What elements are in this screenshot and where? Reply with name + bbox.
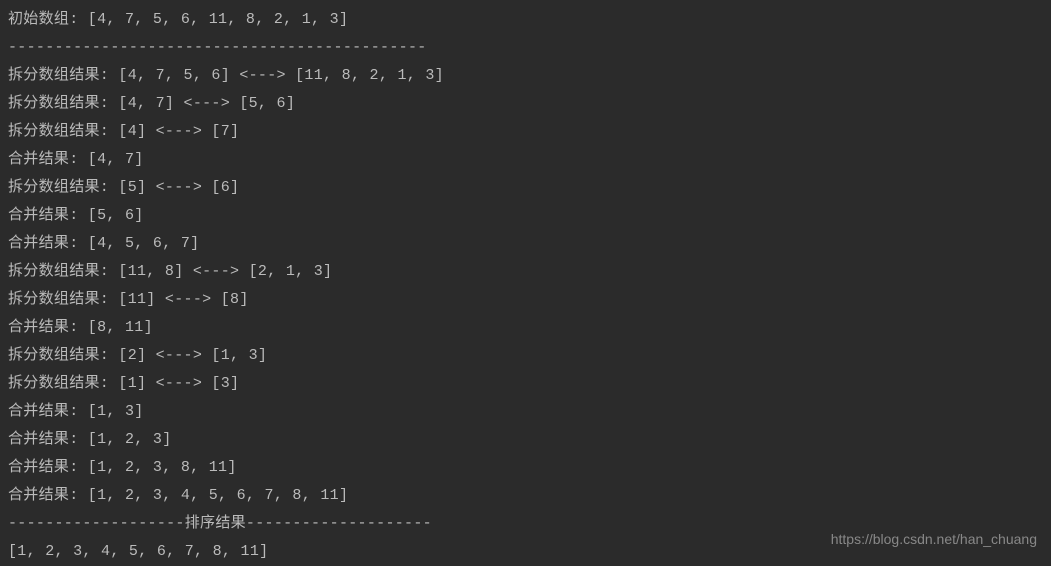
console-line: 拆分数组结果: [4, 7] <---> [5, 6] [8, 90, 1043, 118]
console-line: 拆分数组结果: [5] <---> [6] [8, 174, 1043, 202]
console-line: 拆分数组结果: [4] <---> [7] [8, 118, 1043, 146]
console-line: 合并结果: [4, 5, 6, 7] [8, 230, 1043, 258]
watermark: https://blog.csdn.net/han_chuang [831, 525, 1037, 553]
console-line: 拆分数组结果: [2] <---> [1, 3] [8, 342, 1043, 370]
console-line: 拆分数组结果: [11] <---> [8] [8, 286, 1043, 314]
console-line: 合并结果: [1, 2, 3, 4, 5, 6, 7, 8, 11] [8, 482, 1043, 510]
console-line: 拆分数组结果: [11, 8] <---> [2, 1, 3] [8, 258, 1043, 286]
console-line: 合并结果: [1, 2, 3] [8, 426, 1043, 454]
console-line: 拆分数组结果: [4, 7, 5, 6] <---> [11, 8, 2, 1,… [8, 62, 1043, 90]
console-line: 合并结果: [1, 2, 3, 8, 11] [8, 454, 1043, 482]
console-line: 合并结果: [5, 6] [8, 202, 1043, 230]
console-line: 合并结果: [4, 7] [8, 146, 1043, 174]
console-line: 拆分数组结果: [1] <---> [3] [8, 370, 1043, 398]
console-output: 初始数组: [4, 7, 5, 6, 11, 8, 2, 1, 3] -----… [8, 6, 1043, 566]
console-line: ----------------------------------------… [8, 34, 1043, 62]
console-line: 合并结果: [1, 3] [8, 398, 1043, 426]
console-line: 初始数组: [4, 7, 5, 6, 11, 8, 2, 1, 3] [8, 6, 1043, 34]
console-line: 合并结果: [8, 11] [8, 314, 1043, 342]
